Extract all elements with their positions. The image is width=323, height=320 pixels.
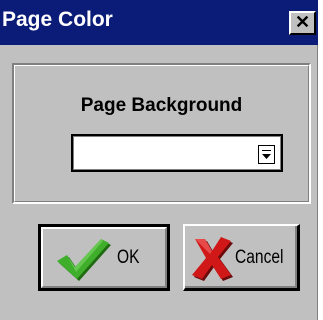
- window-title: Page Color: [2, 8, 113, 31]
- page-color-dialog: Page Color ✕ Page Background OK Cancel: [0, 0, 318, 320]
- dropdown-arrow-icon[interactable]: [258, 145, 275, 164]
- ok-label: OK: [117, 247, 140, 268]
- cancel-label: Cancel: [235, 247, 284, 268]
- close-button[interactable]: ✕: [289, 11, 316, 35]
- page-background-label: Page Background: [80, 95, 243, 116]
- ok-button[interactable]: OK: [38, 224, 170, 291]
- page-background-dropdown[interactable]: [71, 134, 283, 172]
- x-mark-icon: [189, 235, 235, 286]
- checkmark-icon: [55, 237, 111, 286]
- title-bar[interactable]: Page Color ✕: [0, 0, 318, 45]
- cancel-button[interactable]: Cancel: [183, 224, 300, 291]
- page-background-group: Page Background: [12, 63, 311, 204]
- close-icon: ✕: [294, 12, 311, 32]
